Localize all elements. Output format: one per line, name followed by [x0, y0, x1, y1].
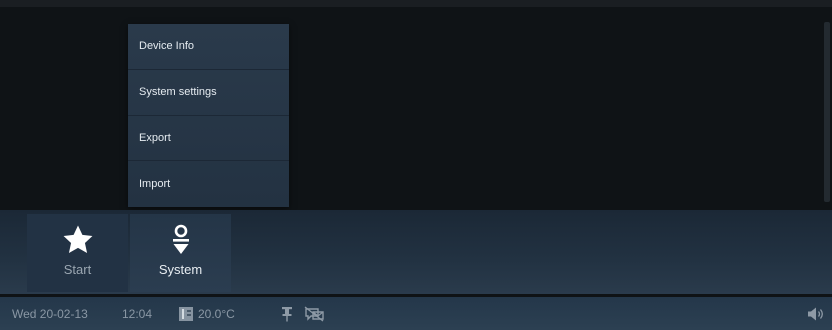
- menu-item-device-info[interactable]: Device Info: [128, 24, 289, 70]
- scrollbar[interactable]: [824, 22, 830, 202]
- status-bar: Wed 20-02-13 12:04 20.0°C: [0, 297, 832, 330]
- status-temperature: 20.0°C: [198, 306, 235, 321]
- menu-item-export[interactable]: Export: [128, 116, 289, 162]
- status-date: Wed 20-02-13: [12, 306, 88, 321]
- app-dock: Start System: [0, 210, 832, 294]
- system-tile[interactable]: System: [130, 214, 231, 292]
- speaker-icon[interactable]: [807, 297, 825, 330]
- pin-icon[interactable]: [281, 297, 293, 330]
- start-tile[interactable]: Start: [27, 214, 128, 292]
- system-icon: [171, 222, 191, 258]
- system-label: System: [158, 262, 203, 277]
- menu-item-label: Import: [139, 178, 171, 191]
- top-bar: [0, 0, 832, 7]
- no-messages-icon[interactable]: [304, 297, 324, 330]
- menu-item-label: System settings: [139, 86, 217, 99]
- star-icon: [61, 222, 95, 258]
- menu-item-label: Device Info: [139, 40, 195, 53]
- start-label: Start: [63, 262, 92, 277]
- menu-item-system-settings[interactable]: System settings: [128, 70, 289, 116]
- menu-item-label: Export: [139, 131, 171, 144]
- thermometer-icon: [179, 297, 193, 330]
- menu-item-import[interactable]: Import: [128, 161, 289, 207]
- system-menu: Device Info System settings Export Impor…: [128, 24, 289, 207]
- status-time: 12:04: [122, 306, 153, 321]
